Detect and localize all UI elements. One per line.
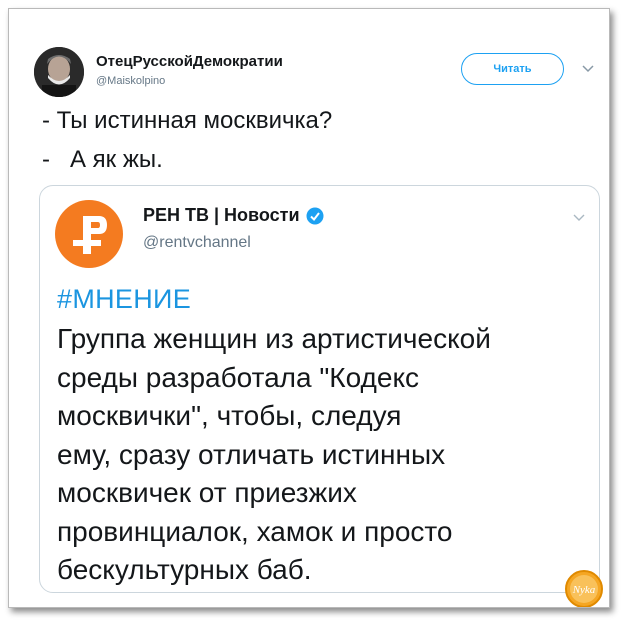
follow-button[interactable]: Читать	[461, 53, 564, 85]
quoted-tweet[interactable]: РЕН ТВ | Новости @rentvchannel #МНЕНИЕ Г…	[39, 185, 600, 593]
quoted-body-line: провинциалок, хамок и просто	[57, 515, 453, 547]
tweet-text-line: - Ты истинная москвичка?	[42, 107, 333, 134]
quoted-body-line: Группа женщин из артистической	[57, 323, 491, 354]
quoted-author-handle[interactable]: @rentvchannel	[143, 234, 251, 252]
quoted-body-line: ему, сразу отличать истинных	[57, 438, 446, 470]
quoted-body-line: бескультурных баб.	[57, 554, 312, 585]
verified-badge-icon	[306, 207, 324, 224]
author-handle[interactable]: @Maiskolpino	[96, 75, 165, 87]
quoted-body-line: москвички", чтобы, следуя	[57, 400, 402, 431]
quoted-body-line: москвичек от приезжих	[57, 477, 357, 508]
quoted-author-name[interactable]: РЕН ТВ | Новости	[143, 205, 324, 226]
tweet-text-line: - А як жы.	[42, 146, 163, 173]
ren-tv-logo	[55, 200, 123, 268]
author-name[interactable]: ОтецРусскойДемократии	[96, 53, 283, 70]
chevron-down-icon[interactable]	[572, 213, 586, 223]
chevron-down-icon[interactable]	[581, 64, 595, 74]
quoted-body-line: среды разработала "Кодекс	[57, 361, 420, 393]
avatar-image	[34, 47, 84, 97]
watermark-logo: Nyka	[565, 570, 603, 607]
quoted-tweet-body: Группа женщин из артистической среды раз…	[57, 320, 577, 590]
hashtag-link[interactable]: #МНЕНИЕ	[57, 284, 191, 315]
tweet-card: ОтецРусскойДемократии @Maiskolpino Читат…	[8, 8, 610, 608]
watermark-text: Nyka	[572, 584, 596, 596]
quoted-author-name-text: РЕН ТВ | Новости	[143, 205, 300, 225]
avatar[interactable]	[34, 47, 84, 97]
